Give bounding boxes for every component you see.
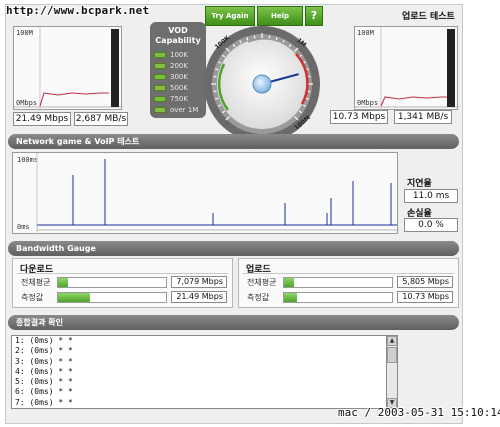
- download-measured-value: 21.49 Mbps: [171, 291, 227, 303]
- results-line: 5: (0ms) * *: [15, 377, 73, 387]
- latency-trace: [36, 153, 399, 235]
- upload-level-bar: [447, 29, 455, 107]
- download-mbps: 21.49 Mbps: [13, 112, 71, 126]
- upload-average-fill: [284, 278, 294, 287]
- vod-led: [154, 52, 166, 58]
- upload-measured-fill: [284, 293, 297, 302]
- upload-measured-label: 측정값: [247, 293, 270, 302]
- vod-level: 500K: [154, 84, 204, 93]
- vod-level-label: 500K: [170, 84, 188, 92]
- results-header: 종합결과 확인: [8, 315, 459, 330]
- scroll-thumb[interactable]: [387, 347, 397, 363]
- vod-level: 100K: [154, 51, 204, 60]
- download-average-bar: [57, 277, 167, 288]
- upload-title: 업로드 테스트: [402, 12, 455, 22]
- try-again-button[interactable]: Try Again: [205, 6, 255, 26]
- download-average-value: 7,079 Mbps: [171, 276, 227, 288]
- upload-graph: 100M 0Mbps: [354, 26, 459, 111]
- upload-mbps: 10.73 Mbps: [330, 110, 388, 124]
- help-button[interactable]: Help: [257, 6, 303, 26]
- latency-graph: 100ms 0ms: [12, 152, 399, 235]
- vod-title: VOD Capability: [155, 26, 201, 45]
- latency-label: 지연율: [407, 179, 432, 189]
- upload-mbs: 1,341 MB/s: [394, 110, 452, 124]
- divider: [243, 273, 454, 274]
- vod-led: [154, 63, 166, 69]
- vod-level-label: 300K: [170, 73, 188, 81]
- vod-level: 750K: [154, 95, 204, 104]
- download-average-fill: [58, 278, 68, 287]
- vod-level: 200K: [154, 62, 204, 71]
- vod-capability-panel: VOD Capability 100K 200K 300K 500K 750K …: [150, 22, 206, 118]
- vod-level: 300K: [154, 73, 204, 82]
- download-graph: 100M 0Mbps: [13, 26, 123, 111]
- vod-level-label: 750K: [170, 95, 188, 103]
- vod-level-label: over 1M: [170, 106, 199, 114]
- network-test-header: Network game & VoIP 테스트: [8, 134, 459, 149]
- help-question-icon[interactable]: ?: [305, 6, 323, 26]
- results-log[interactable]: 1: (0ms) * * 2: (0ms) * * 3: (0ms) * * 4…: [11, 335, 397, 409]
- bandwidth-download-panel: 다운로드 전체평균 7,079 Mbps 측정값 21.49 Mbps: [12, 258, 233, 308]
- results-scrollbar[interactable]: ▲ ▼: [386, 335, 398, 409]
- download-measured-fill: [58, 293, 91, 302]
- upload-measured-value: 10.73 Mbps: [397, 291, 453, 303]
- upload-measured-bar: [283, 292, 393, 303]
- vod-level-label: 100K: [170, 51, 188, 59]
- vod-led: [154, 107, 166, 113]
- loss-value: 0.0 %: [404, 218, 458, 232]
- download-average-label: 전체평균: [21, 278, 51, 287]
- upload-trace: [355, 27, 459, 111]
- vod-level-label: 200K: [170, 62, 188, 70]
- upload-average-value: 5,805 Mbps: [397, 276, 453, 288]
- download-mbs: 2,687 MB/s: [74, 112, 128, 126]
- download-measured-label: 측정값: [21, 293, 44, 302]
- latency-value: 11.0 ms: [404, 189, 458, 203]
- download-trace: [14, 27, 123, 111]
- download-measured-bar: [57, 292, 167, 303]
- vod-led: [154, 85, 166, 91]
- divider: [17, 273, 228, 274]
- scroll-up-icon[interactable]: ▲: [387, 336, 397, 346]
- bandwidth-gauge-header: Bandwidth Gauge: [8, 241, 459, 256]
- results-line: 4: (0ms) * *: [15, 366, 73, 376]
- bandwidth-upload-panel: 업로드 전체평균 5,805 Mbps 측정값 10.73 Mbps: [238, 258, 459, 308]
- timestamp: mac / 2003-05-31 15:10:14: [338, 406, 500, 419]
- vod-level: over 1M: [154, 106, 204, 115]
- download-level-bar: [111, 29, 119, 107]
- vod-led: [154, 74, 166, 80]
- watermark: http://www.bcpark.net: [6, 4, 150, 17]
- results-line: 1: (0ms) * *: [15, 336, 73, 345]
- vod-led: [154, 96, 166, 102]
- speed-gauge: 100K 1M 100M: [204, 26, 320, 142]
- upload-average-bar: [283, 277, 393, 288]
- results-line: 2: (0ms) * *: [15, 346, 73, 356]
- results-line: 3: (0ms) * *: [15, 356, 73, 366]
- upload-average-label: 전체평균: [247, 278, 277, 287]
- results-line: 6: (0ms) * *: [15, 387, 73, 397]
